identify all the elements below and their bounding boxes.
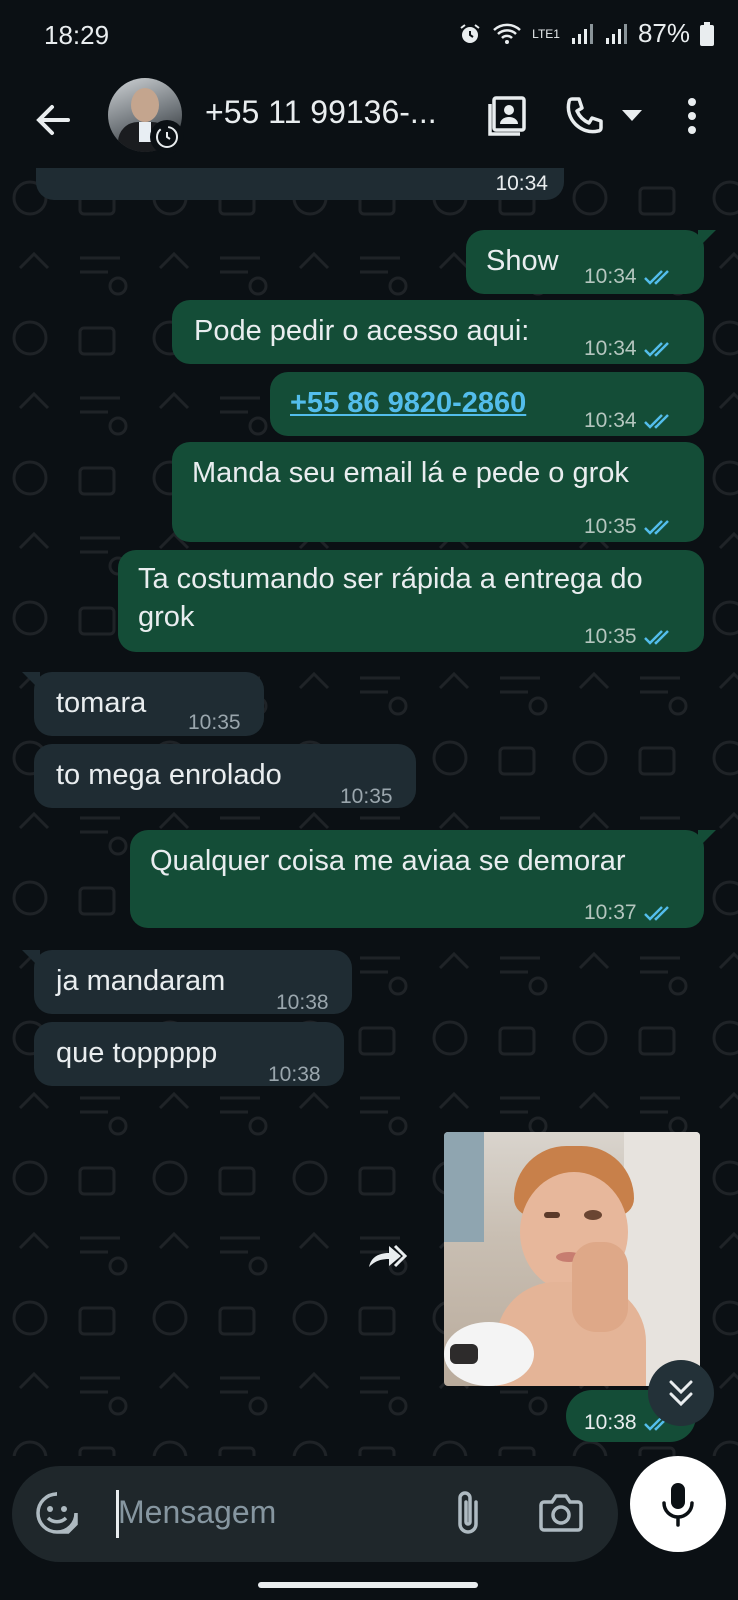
message-time: 10:34 (584, 265, 637, 288)
sticker-button[interactable] (34, 1490, 82, 1538)
mic-icon (662, 1483, 694, 1527)
signal-icon-2 (605, 23, 627, 44)
read-ticks-icon (643, 520, 669, 535)
outgoing-message[interactable]: Qualquer coisa me aviaa se demorar 10:37 (130, 830, 716, 928)
sticker-icon (36, 1492, 78, 1534)
outgoing-message[interactable]: Pode pedir o acesso aqui: 10:34 (172, 300, 704, 364)
gesture-bar (258, 1582, 478, 1588)
phone-link[interactable]: +55 86 9820-2860 (290, 384, 526, 422)
previous-message[interactable]: 10:34 (36, 168, 564, 200)
chat-header: +55 11 99136-... (0, 72, 738, 168)
scroll-down-icon (669, 1380, 693, 1407)
read-ticks-icon (643, 414, 669, 429)
disappearing-timer-icon (150, 120, 184, 154)
alarm-icon (460, 23, 480, 43)
lte-label: LTE1 (532, 26, 560, 41)
more-options-button[interactable] (664, 88, 720, 144)
message-time: 10:38 (276, 991, 329, 1014)
message-text: to mega enrolado (56, 759, 282, 791)
message-time: 10:34 (584, 409, 637, 432)
outgoing-message[interactable]: Show 10:34 (466, 230, 716, 294)
sticker-image[interactable] (444, 1132, 700, 1386)
more-vert-icon (688, 98, 696, 134)
message-time: 10:34 (495, 172, 548, 195)
phone-icon (566, 97, 603, 134)
message-text: tomara (56, 687, 147, 719)
attach-button[interactable] (448, 1488, 498, 1542)
scroll-down-button[interactable] (648, 1360, 714, 1426)
camera-button[interactable] (538, 1490, 588, 1540)
battery-percent: 87% (637, 18, 690, 48)
forward-icon (369, 1244, 407, 1268)
message-text: que toppppp (56, 1037, 218, 1069)
message-placeholder: Mensagem (118, 1494, 277, 1530)
incoming-message[interactable]: que toppppp 10:38 (34, 1022, 344, 1086)
message-time: 10:35 (188, 711, 241, 734)
message-time: 10:35 (584, 625, 637, 648)
call-dropdown[interactable] (612, 88, 652, 144)
composer: Mensagem (0, 1456, 738, 1600)
dropdown-icon (622, 110, 642, 121)
message-time: 10:35 (340, 785, 393, 808)
read-ticks-icon (643, 630, 669, 645)
message-text: Manda seu email lá e pede o grok (192, 457, 629, 489)
contact-name[interactable]: +55 11 99136-... (205, 94, 437, 131)
signal-icon (571, 23, 593, 44)
read-ticks-icon (643, 906, 669, 921)
voice-message-button[interactable] (630, 1456, 726, 1552)
chat-area[interactable]: 10:34 Show 10:34 Pode pedir o acesso aqu… (0, 168, 738, 1456)
message-text: ja mandaram (56, 965, 226, 997)
message-text: Show (486, 245, 559, 277)
message-time: 10:38 (268, 1063, 321, 1086)
message-time: 10:37 (584, 901, 637, 924)
status-time: 18:29 (44, 20, 110, 50)
message-text: Qualquer coisa me aviaa se demorar (150, 845, 626, 877)
attach-icon (458, 1491, 478, 1534)
message-time: 10:35 (584, 515, 637, 538)
message-text: Pode pedir o acesso aqui: (194, 315, 530, 347)
read-ticks-icon (643, 342, 669, 357)
read-ticks-icon (643, 270, 669, 285)
contact-card-icon (488, 96, 526, 136)
contact-card-button[interactable] (480, 88, 536, 144)
forward-button[interactable] (356, 1226, 416, 1286)
outgoing-message[interactable]: Manda seu email lá e pede o grok 10:35 (172, 442, 704, 542)
status-bar: 18:29 LTE1 87% (0, 0, 738, 72)
camera-icon (539, 1494, 583, 1532)
message-time: 10:34 (584, 337, 637, 360)
incoming-message[interactable]: to mega enrolado 10:35 (34, 744, 416, 808)
battery-icon (700, 21, 714, 46)
back-button[interactable] (28, 94, 80, 146)
outgoing-message[interactable]: +55 86 9820-2860 10:34 (270, 372, 704, 436)
call-button[interactable] (556, 88, 612, 144)
back-arrow-icon (36, 105, 70, 135)
incoming-message[interactable]: ja mandaram 10:38 (22, 950, 352, 1014)
wifi-icon (493, 23, 522, 44)
message-time: 10:38 (584, 1411, 637, 1434)
incoming-message[interactable]: tomara 10:35 (22, 672, 264, 736)
outgoing-message[interactable]: Ta costumando ser rápida a entrega do gr… (118, 550, 704, 652)
message-input[interactable]: Mensagem (12, 1466, 618, 1562)
